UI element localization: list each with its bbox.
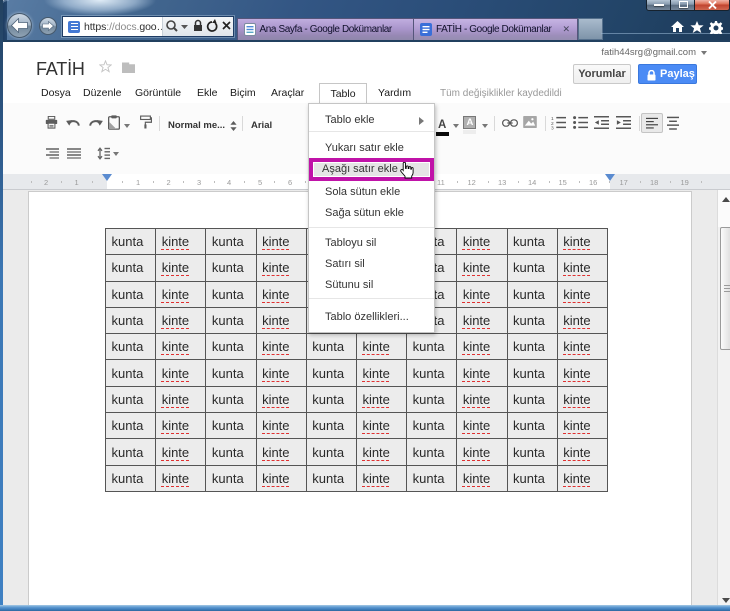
svg-text:3: 3: [551, 126, 554, 130]
svg-text:1: 1: [551, 116, 554, 122]
